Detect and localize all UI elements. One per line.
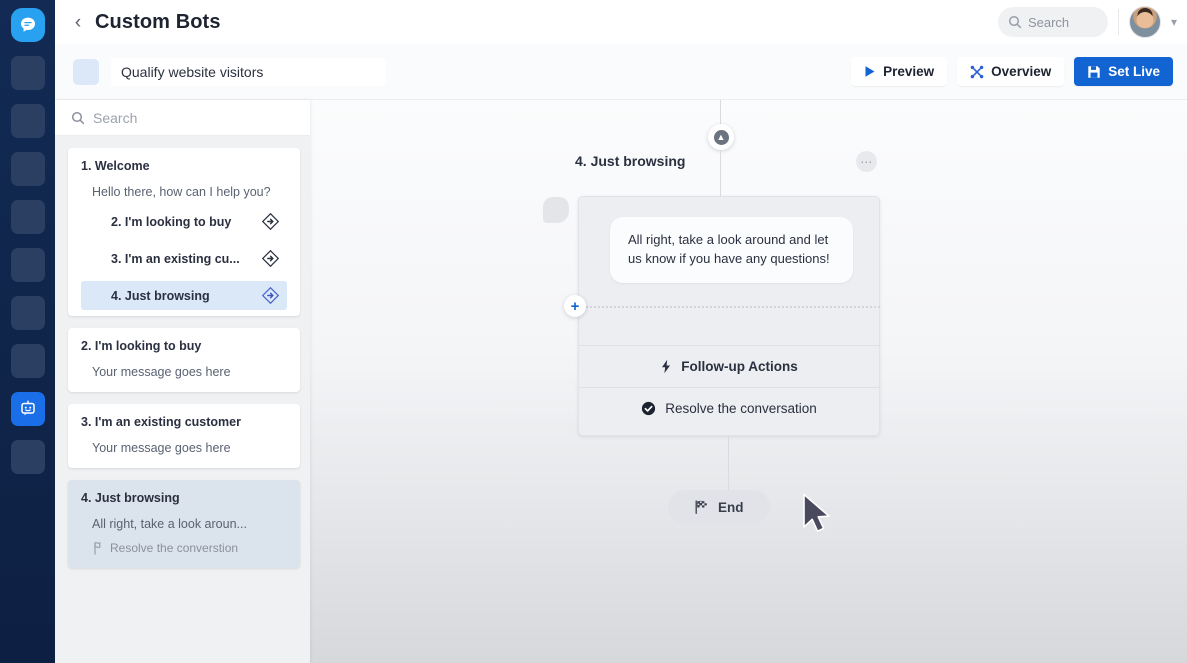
node-menu-button[interactable]: ⋯ — [856, 151, 877, 172]
branch-item-2[interactable]: 2. I'm looking to buy — [81, 207, 287, 236]
branch-item-4[interactable]: 4. Just browsing — [81, 281, 287, 310]
lightning-bolt-icon — [662, 359, 671, 373]
bot-avatar-placeholder — [543, 197, 569, 223]
flow-canvas[interactable]: ▲ 4. Just browsing ⋯ All right, take a l… — [310, 100, 1187, 663]
main-area: ‹ Custom Bots Search ▾ Qualify website v… — [55, 0, 1187, 663]
app-root: ‹ Custom Bots Search ▾ Qualify website v… — [0, 0, 1187, 663]
branch-diamond-icon — [262, 250, 279, 267]
bot-square-icon — [73, 58, 99, 85]
arrow-up-circle-icon: ▲ — [713, 129, 729, 145]
add-step-button[interactable]: + — [564, 295, 586, 317]
topbar-divider — [1117, 9, 1119, 35]
step-card-action: Resolve the converstion — [81, 541, 287, 555]
step-card-title: 1. Welcome — [81, 159, 150, 173]
rail-item-4[interactable] — [10, 200, 45, 234]
node-row-followup-actions[interactable]: Follow-up Actions — [578, 354, 880, 378]
step-card-title: 2. I'm looking to buy — [81, 339, 202, 353]
topbar-right-group: Search ▾ — [997, 0, 1177, 44]
body-area: Search 1. Welcome Hello there, how can I… — [55, 100, 1187, 663]
rail-item-1[interactable] — [10, 56, 45, 90]
mouse-pointer-icon — [803, 493, 830, 532]
message-bubble[interactable]: All right, take a look around and let us… — [610, 217, 853, 283]
preview-label: Preview — [883, 64, 935, 79]
branch-label: 2. I'm looking to buy — [111, 214, 232, 229]
chevron-down-icon[interactable]: ▾ — [1171, 15, 1177, 29]
node-row-resolve-conversation[interactable]: Resolve the conversation — [578, 396, 880, 420]
search-icon — [1008, 15, 1022, 29]
step-card-title: 4. Just browsing — [81, 491, 180, 505]
connector-top-2 — [720, 150, 721, 196]
node-title: 4. Just browsing — [575, 153, 686, 169]
rail-item-3[interactable] — [10, 152, 45, 186]
rail-item-6[interactable] — [10, 296, 45, 330]
global-search-placeholder: Search — [1027, 14, 1070, 30]
step-card-welcome[interactable]: 1. Welcome Hello there, how can I help y… — [68, 148, 300, 316]
search-icon — [71, 111, 85, 124]
rail-item-9[interactable] — [10, 440, 45, 474]
end-node-label: End — [718, 499, 744, 515]
step-card-title: 3. I'm an existing customer — [81, 415, 241, 429]
step-card-message: All right, take a look aroun... — [92, 517, 247, 531]
step-card-message: Hello there, how can I help you? — [92, 185, 271, 199]
step-card-just-browsing[interactable]: 4. Just browsing All right, take a look … — [68, 480, 300, 568]
node-top-badge[interactable]: ▲ — [708, 124, 734, 150]
checkered-flag-icon — [695, 500, 707, 514]
global-search-input[interactable]: Search — [997, 7, 1108, 37]
step-card-looking-to-buy[interactable]: 2. I'm looking to buy Your message goes … — [68, 328, 300, 392]
avatar[interactable] — [1128, 6, 1161, 38]
step-card-action-label: Resolve the converstion — [110, 541, 239, 555]
branch-diamond-icon — [262, 287, 279, 304]
insert-dashed-line — [578, 306, 880, 308]
panel-search-input[interactable]: Search — [55, 100, 310, 136]
bot-steps-panel: Search 1. Welcome Hello there, how can I… — [55, 100, 310, 663]
check-circle-icon — [642, 401, 656, 415]
node-row-label: Follow-up Actions — [681, 358, 798, 374]
set-live-button[interactable]: Set Live — [1074, 57, 1173, 86]
branch-item-3[interactable]: 3. I'm an existing cu... — [81, 244, 287, 273]
rail-item-7[interactable] — [10, 344, 45, 378]
app-rail — [0, 0, 55, 663]
node-divider-1 — [578, 345, 880, 346]
step-card-message: Your message goes here — [92, 441, 231, 455]
branch-diamond-icon — [262, 213, 279, 230]
top-bar: ‹ Custom Bots Search ▾ — [55, 0, 1187, 44]
set-live-label: Set Live — [1108, 64, 1160, 79]
preview-button[interactable]: Preview — [851, 57, 948, 86]
page-title: Custom Bots — [95, 10, 221, 33]
branch-label: 3. I'm an existing cu... — [111, 251, 240, 266]
save-disk-icon — [1088, 65, 1100, 78]
toolbar-actions: Preview Overview Set Live — [851, 57, 1173, 86]
node-divider-2 — [578, 387, 880, 388]
branch-label: 4. Just browsing — [111, 288, 210, 303]
overview-label: Overview — [991, 64, 1052, 79]
rail-item-5[interactable] — [10, 248, 45, 282]
back-chevron-icon[interactable]: ‹ — [67, 11, 89, 33]
step-card-existing-customer[interactable]: 3. I'm an existing customer Your message… — [68, 404, 300, 468]
bot-toolbar: Preview Overview — [55, 44, 1187, 100]
panel-search-placeholder: Search — [93, 109, 138, 126]
rail-item-bots[interactable] — [10, 392, 45, 426]
bot-name-input[interactable] — [111, 57, 386, 86]
overview-button[interactable]: Overview — [957, 57, 1065, 86]
app-logo-icon[interactable] — [10, 8, 45, 42]
nodes-overview-icon — [970, 65, 984, 78]
play-icon — [865, 66, 875, 77]
node-row-label: Resolve the conversation — [665, 400, 817, 416]
end-node[interactable]: End — [668, 490, 770, 524]
step-card-message: Your message goes here — [92, 365, 231, 379]
rail-item-2[interactable] — [10, 104, 45, 138]
resolve-flag-icon — [94, 541, 101, 555]
robot-icon — [20, 400, 35, 416]
